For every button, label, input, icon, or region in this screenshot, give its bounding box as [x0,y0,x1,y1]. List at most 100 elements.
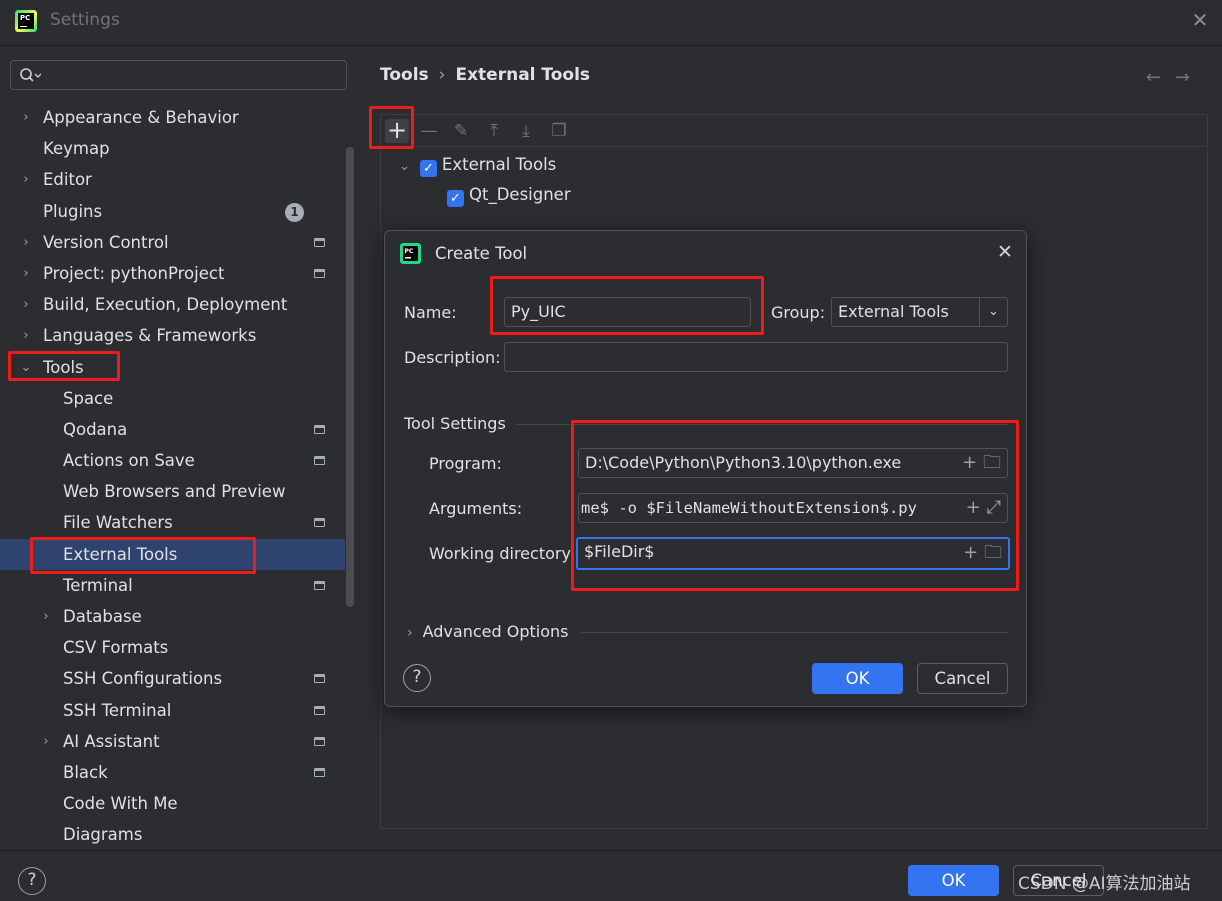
chevron-right-icon: › [407,625,413,641]
project-level-icon [314,237,325,247]
sidebar-item[interactable]: ⌄ Tools [0,352,345,383]
group-label: Group: [771,303,826,322]
sidebar-item[interactable]: Actions on Save [0,445,345,476]
sidebar-item-label: Tools [43,357,84,377]
chevron-right-icon[interactable]: › [19,102,33,133]
program-field[interactable]: D:\Code\Python\Python3.10\python.exe + 🗀 [578,448,1008,478]
sidebar-item-label: Plugins [43,201,103,221]
sidebar-item[interactable]: External Tools [0,538,345,570]
insert-macro-icon[interactable]: + [966,497,981,518]
sidebar-item[interactable]: Black [0,757,345,788]
sidebar-item[interactable]: Diagrams [0,819,345,850]
add-tool-button[interactable]: + [385,118,409,143]
chevron-right-icon[interactable]: › [19,227,33,258]
title-bar: PC Settings ✕ [0,0,1222,46]
tool-item-row[interactable]: ✓ Qt_Designer [447,185,571,207]
sidebar-item-label: Keymap [43,139,110,159]
footer-ok-button[interactable]: OK [908,865,999,896]
chevron-right-icon[interactable]: › [39,726,53,757]
project-level-icon [314,767,325,777]
project-level-icon [314,518,325,528]
breadcrumb-parent[interactable]: Tools [380,65,429,85]
project-level-icon [314,705,325,715]
working-directory-field[interactable]: $FileDir$ + 🗀 [576,537,1010,570]
sidebar-item[interactable]: › Appearance & Behavior [0,102,345,133]
sidebar-item[interactable]: › Database [0,601,345,632]
sidebar-item[interactable]: Web Browsers and Preview [0,476,345,507]
chevron-right-icon[interactable]: › [19,289,33,320]
forward-arrow-icon[interactable]: → [1175,67,1204,88]
tools-group-label: External Tools [441,155,557,174]
sidebar-item[interactable]: SSH Configurations [0,663,345,694]
chevron-right-icon[interactable]: › [19,164,33,195]
project-level-icon [314,268,325,278]
sidebar-item[interactable]: › Build, Execution, Deployment [0,289,345,320]
close-window-icon[interactable]: ✕ [1188,8,1212,32]
arguments-field[interactable]: me$ -o $FileNameWithoutExtension$.py + ⤢ [578,493,1008,523]
remove-icon[interactable]: — [417,119,441,143]
arguments-value: me$ -o $FileNameWithoutExtension$.py [581,499,917,517]
folder-icon[interactable]: 🗀 [983,452,1001,473]
dialog-ok-button[interactable]: OK [812,663,903,694]
insert-macro-icon[interactable]: + [962,452,977,473]
sidebar-item[interactable]: › Project: pythonProject [0,258,345,289]
expand-icon[interactable]: ⤢ [987,497,1001,518]
sidebar-item[interactable]: › Editor [0,164,345,195]
chevron-down-icon[interactable]: ⌄ [19,352,33,383]
checkbox-checked-icon[interactable]: ✓ [419,160,437,177]
sidebar-item[interactable]: Terminal [0,570,345,601]
chevron-down-icon[interactable]: ⌄ [979,298,1007,326]
dialog-close-icon[interactable]: ✕ [994,241,1016,263]
sidebar-item-label: Diagrams [63,825,143,845]
move-up-icon[interactable]: ⤒ [482,119,506,143]
dialog-title: Create Tool [435,244,528,263]
dialog-cancel-button[interactable]: Cancel [917,663,1008,694]
tools-group-row[interactable]: ⌄ ✓ External Tools [399,155,556,177]
sidebar-item[interactable]: Keymap [0,133,345,164]
sidebar-item[interactable]: CSV Formats [0,632,345,663]
move-down-icon[interactable]: ⤓ [514,119,538,143]
history-nav: ←→ [1146,67,1204,88]
chevron-down-icon[interactable]: ⌄ [399,159,410,174]
tools-toolbar: + — ✎ ⤒ ⤓ ❐ [381,115,1207,147]
insert-macro-icon[interactable]: + [963,542,978,563]
breadcrumb-current: External Tools [455,65,591,85]
sidebar-item[interactable]: Plugins 1 [0,196,345,227]
group-combobox[interactable]: External Tools ⌄ [831,297,1008,327]
pycharm-logo-icon: PC [400,243,421,264]
sidebar-item[interactable]: Space [0,383,345,414]
sidebar-item[interactable]: Qodana [0,414,345,445]
search-icon [20,68,41,82]
copy-icon[interactable]: ❐ [547,119,571,143]
checkbox-checked-icon[interactable]: ✓ [447,190,464,207]
project-level-icon [314,736,325,746]
back-arrow-icon[interactable]: ← [1146,67,1175,88]
sidebar-item[interactable]: › AI Assistant [0,726,345,757]
group-value: External Tools [838,302,949,321]
sidebar-scrollbar[interactable] [346,147,354,607]
name-field[interactable]: Py_UIC [504,297,751,327]
sidebar-item[interactable]: › Version Control [0,227,345,258]
project-level-icon [314,424,325,434]
chevron-right-icon[interactable]: › [19,320,33,351]
folder-icon[interactable]: 🗀 [984,542,1002,563]
sidebar-item[interactable]: Code With Me [0,788,345,819]
section-divider [515,424,1008,425]
sidebar-item-label: Build, Execution, Deployment [43,295,288,315]
edit-pencil-icon[interactable]: ✎ [449,119,473,143]
sidebar-item-label: File Watchers [63,513,173,533]
arguments-field-icons: + ⤢ [961,494,1001,522]
sidebar-item[interactable]: SSH Terminal [0,695,345,726]
search-field[interactable] [10,60,347,90]
dialog-help-button[interactable]: ? [403,664,431,692]
advanced-options-toggle[interactable]: › Advanced Options [407,622,568,641]
working-directory-label: Working directory: [429,544,576,563]
description-field[interactable] [504,342,1008,372]
sidebar-item-label: Terminal [63,575,133,595]
sidebar-item[interactable]: File Watchers [0,507,345,538]
sidebar-item[interactable]: › Languages & Frameworks [0,320,345,351]
chevron-right-icon[interactable]: › [39,601,53,632]
advanced-divider [581,632,1008,633]
help-button[interactable]: ? [18,867,46,895]
chevron-right-icon[interactable]: › [19,258,33,289]
